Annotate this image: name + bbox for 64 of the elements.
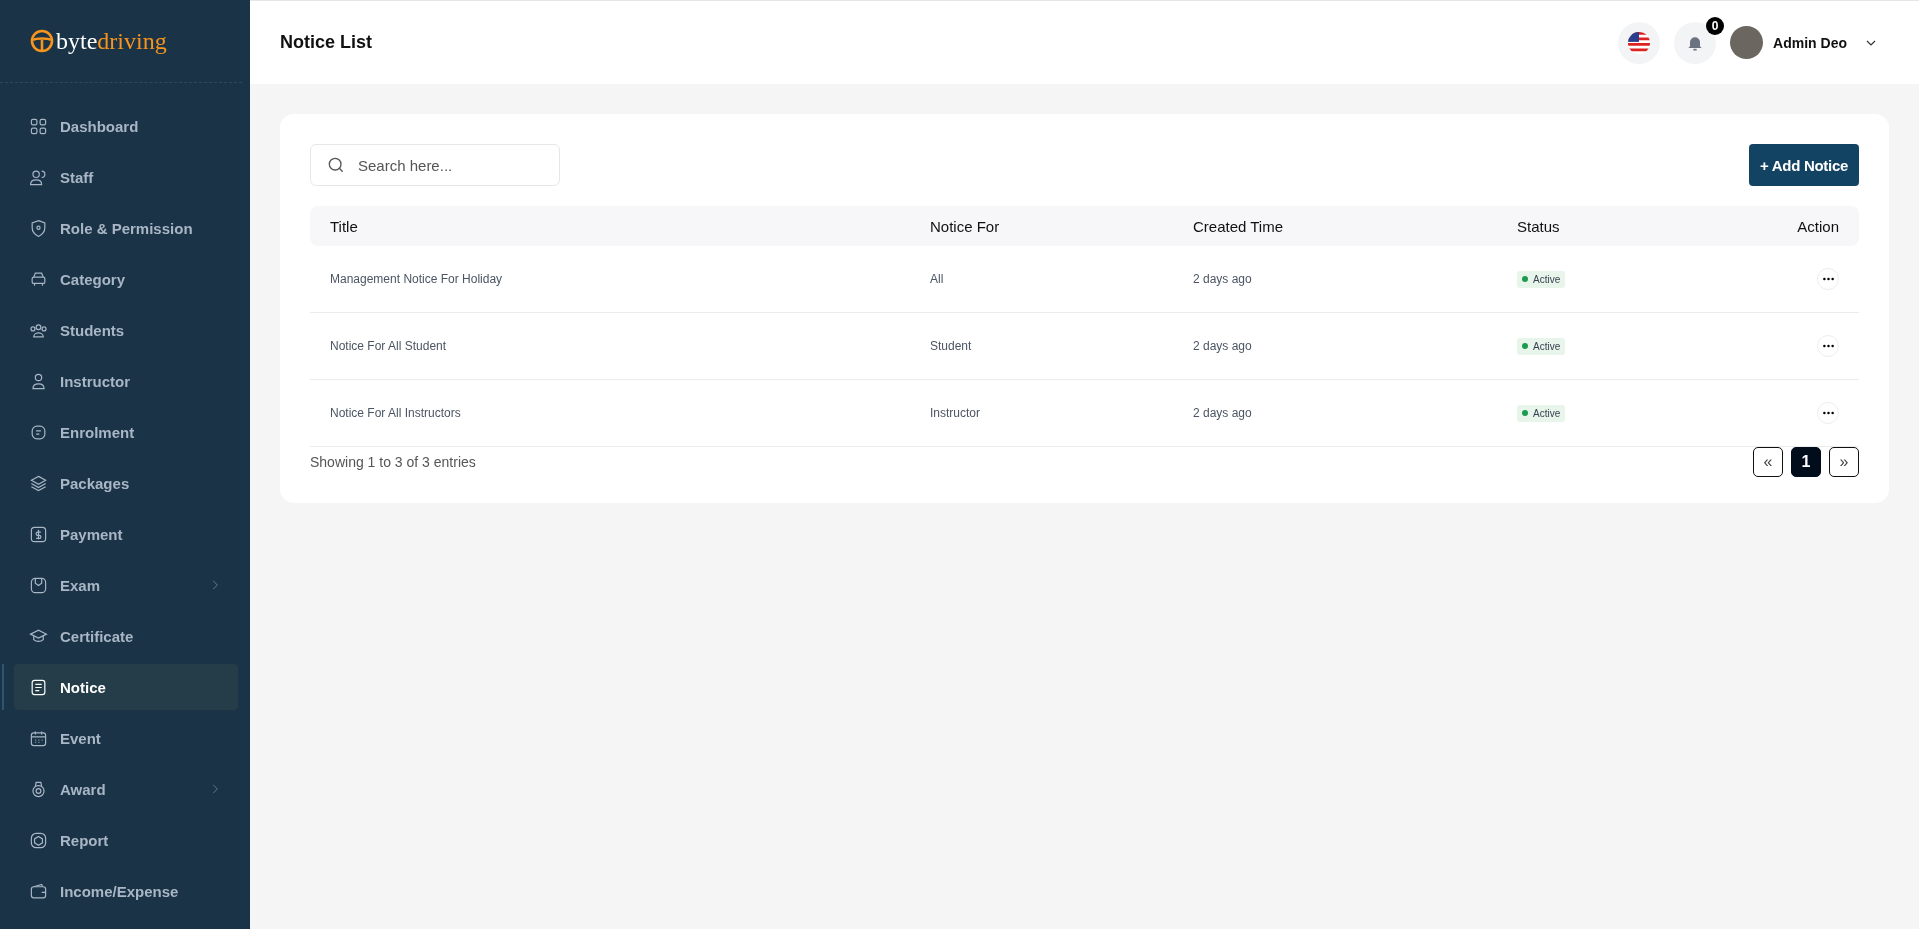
sidebar-item[interactable]: Role & Permission bbox=[14, 205, 238, 251]
menu-item-icon bbox=[29, 371, 48, 391]
status-badge: Active bbox=[1517, 270, 1566, 288]
table-cell-text: Student bbox=[929, 339, 973, 353]
ellipsis-icon bbox=[1822, 344, 1834, 348]
menu-item-icon bbox=[29, 524, 48, 544]
ellipsis-icon bbox=[1822, 411, 1834, 415]
more-options-button[interactable] bbox=[1817, 335, 1839, 357]
notification-button[interactable] bbox=[1674, 21, 1717, 64]
user-name[interactable]: Admin Deo bbox=[1773, 34, 1847, 51]
page-title: Notice List bbox=[280, 32, 372, 53]
steering-wheel-icon bbox=[30, 29, 54, 53]
add-notice-button[interactable]: + Add Notice bbox=[1749, 144, 1859, 186]
sidebar-item[interactable]: Income/Expense bbox=[14, 868, 238, 914]
sidebar-item[interactable]: Award bbox=[14, 766, 238, 812]
table-cell-text: Instructor bbox=[929, 406, 981, 420]
status-badge: Active bbox=[1517, 337, 1566, 355]
table-cell-text: All bbox=[929, 272, 945, 286]
menu-item-icon bbox=[29, 218, 48, 238]
table-cell-text: Management Notice For Holiday bbox=[329, 272, 504, 286]
table-cell-text: Notice For All Instructors bbox=[329, 406, 462, 420]
table-cell-text: 2 days ago bbox=[1192, 339, 1253, 353]
sidebar-item[interactable]: Report bbox=[14, 817, 238, 863]
menu-item-icon bbox=[29, 881, 48, 901]
brand-name: bytedriving bbox=[56, 27, 167, 55]
flag-icon bbox=[1628, 31, 1651, 54]
previous-page-button[interactable]: « bbox=[1753, 447, 1783, 477]
more-options-button[interactable] bbox=[1817, 268, 1839, 290]
status-badge: Active bbox=[1517, 404, 1566, 422]
sidebar-item[interactable]: Event bbox=[14, 715, 238, 761]
sidebar-item[interactable]: Dashboard bbox=[14, 103, 238, 149]
column-header: Notice For bbox=[929, 217, 1001, 235]
table-cell-text: 2 days ago bbox=[1192, 272, 1253, 286]
entries-summary: Showing 1 to 3 of 3 entries bbox=[310, 454, 476, 470]
menu-item-icon bbox=[29, 677, 48, 697]
table-cell-text: Notice For All Student bbox=[329, 339, 448, 353]
notification-count: 0 bbox=[1706, 16, 1725, 35]
sidebar-item[interactable]: Certificate bbox=[14, 613, 238, 659]
sidebar-item[interactable]: Staff bbox=[14, 154, 238, 200]
page-button[interactable]: 1 bbox=[1791, 447, 1821, 477]
sidebar-item[interactable]: Payment bbox=[14, 511, 238, 557]
column-header: Created Time bbox=[1192, 217, 1285, 235]
menu-item-icon bbox=[29, 575, 48, 595]
menu-item-icon bbox=[29, 830, 48, 850]
ellipsis-icon bbox=[1822, 277, 1834, 281]
search-icon bbox=[326, 155, 346, 175]
table-cell-text: 2 days ago bbox=[1192, 406, 1253, 420]
next-page-button[interactable]: » bbox=[1829, 447, 1859, 477]
column-header: Title bbox=[329, 217, 359, 235]
menu-item-icon bbox=[29, 779, 48, 799]
more-options-button[interactable] bbox=[1817, 402, 1839, 424]
menu-item-icon bbox=[29, 116, 48, 136]
sidebar-item[interactable]: Enrolment bbox=[14, 409, 238, 455]
sidebar-item[interactable]: Exam bbox=[14, 562, 238, 608]
sidebar-item[interactable]: Category bbox=[14, 256, 238, 302]
column-header: Action bbox=[1796, 217, 1840, 235]
search-field[interactable]: Search here... bbox=[310, 144, 560, 186]
sidebar-item[interactable]: Instructor bbox=[14, 358, 238, 404]
column-header: Status bbox=[1516, 217, 1561, 235]
sidebar-item[interactable]: Students bbox=[14, 307, 238, 353]
avatar bbox=[1730, 26, 1764, 59]
sidebar-item[interactable]: Packages bbox=[14, 460, 238, 506]
menu-item-icon bbox=[29, 473, 48, 493]
menu-item-icon bbox=[29, 728, 48, 748]
